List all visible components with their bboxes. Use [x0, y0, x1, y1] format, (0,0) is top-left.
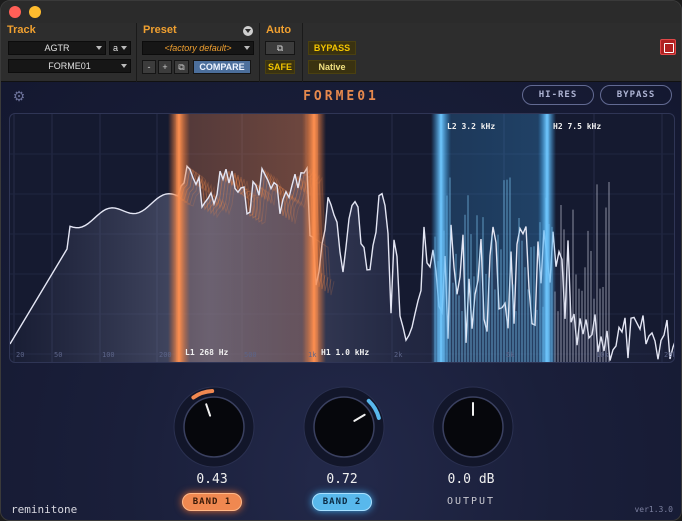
band2-value: 0.72 [326, 472, 358, 487]
band2-knob-graphic [303, 386, 385, 468]
freq-tick-label: 500 [244, 351, 257, 359]
track-channel: a [113, 43, 119, 53]
plugin-window: Track AGTR a FORME01 Preset <factory def… [0, 0, 682, 521]
freq-tick-label: 200 [159, 351, 172, 359]
marker-h2-label: H2 7.5 kHz [553, 122, 601, 131]
minimize-window-button[interactable] [29, 6, 41, 18]
preset-next-button[interactable]: + [158, 60, 172, 74]
spectrum-graph: 20 50 100 200 500 1k 2k 5k 10k 20k L1 268 Hz H1 1… [10, 114, 675, 363]
band1-knob-graphic [173, 386, 255, 468]
host-bypass-button[interactable]: BYPASS [308, 41, 356, 55]
preset-name: <factory default> [164, 43, 232, 53]
knob-body [313, 396, 375, 458]
auto-section: Auto ⧉ SAFE [260, 23, 303, 82]
host-header: Track AGTR a FORME01 Preset <factory def… [1, 23, 681, 82]
insert-name: FORME01 [48, 61, 91, 71]
bypass-button[interactable]: BYPASS [600, 85, 672, 105]
freq-tick-label: 2k [394, 351, 403, 359]
title-bar [1, 1, 681, 23]
marker-h1[interactable] [302, 114, 326, 363]
freq-tick-label: 5k [506, 351, 515, 359]
close-window-button[interactable] [9, 6, 21, 18]
track-select[interactable]: AGTR [8, 41, 106, 55]
insert-select[interactable]: FORME01 [8, 59, 131, 73]
marker-h2[interactable] [538, 114, 556, 363]
preset-label: Preset [143, 24, 177, 36]
spectrum-display[interactable]: 20 50 100 200 500 1k 2k 5k 10k 20k L1 268 Hz H1 1… [9, 113, 675, 363]
freq-tick-label: 1k [308, 351, 317, 359]
knob-body [183, 396, 245, 458]
chevron-down-icon [96, 46, 102, 50]
native-button[interactable]: Native [308, 60, 356, 74]
preset-section: Preset <factory default> - + ⧉ COMPARE [137, 23, 260, 82]
freq-tick-label: 10k [596, 351, 609, 359]
output-knob[interactable] [428, 382, 518, 472]
compare-button[interactable]: COMPARE [193, 60, 251, 74]
copy-settings-icon[interactable]: ⧉ [174, 60, 189, 74]
chevron-down-icon [244, 46, 250, 50]
output-value: 0.0 dB [447, 472, 495, 487]
freq-tick-label: 50 [54, 351, 62, 359]
band2-button[interactable]: BAND 2 [312, 493, 372, 511]
version-label: ver1.3.0 [634, 505, 673, 514]
marker-l1[interactable] [168, 114, 190, 363]
chevron-down-icon [121, 64, 127, 68]
hires-button[interactable]: HI-RES [522, 85, 594, 105]
brand-logo: reminitone [11, 503, 78, 516]
auto-label: Auto [266, 24, 292, 36]
output-knob-graphic [432, 386, 514, 468]
marker-l2[interactable] [431, 114, 451, 363]
automation-icon[interactable]: ⧉ [265, 41, 295, 55]
plugin-body: ⚙ FORME01 HI-RES BYPASS 20 50 100 200 50… [1, 82, 681, 520]
preset-prev-button[interactable]: - [142, 60, 156, 74]
marker-l2-label: L2 3.2 kHz [447, 122, 495, 131]
preset-menu-icon[interactable] [243, 26, 253, 36]
track-label: Track [7, 24, 36, 36]
band2-knob[interactable] [299, 382, 389, 472]
freq-tick-label: 20k [664, 351, 675, 359]
freq-tick-label: 20 [16, 351, 24, 359]
safe-button[interactable]: SAFE [265, 60, 295, 74]
track-channel-select[interactable]: a [109, 41, 131, 55]
preset-select[interactable]: <factory default> [142, 41, 254, 55]
marker-h1-label: H1 1.0 kHz [321, 348, 369, 357]
band1-button[interactable]: BAND 1 [182, 493, 242, 511]
output-label: OUTPUT [446, 496, 496, 507]
band1-knob[interactable] [169, 382, 259, 472]
track-name: AGTR [44, 43, 70, 53]
track-section: Track AGTR a FORME01 [1, 23, 137, 82]
chevron-down-icon [121, 46, 127, 50]
marker-l1-label: L1 268 Hz [185, 348, 229, 357]
band1-value: 0.43 [196, 472, 228, 487]
power-icon[interactable] [660, 39, 676, 55]
freq-tick-label: 100 [102, 351, 115, 359]
